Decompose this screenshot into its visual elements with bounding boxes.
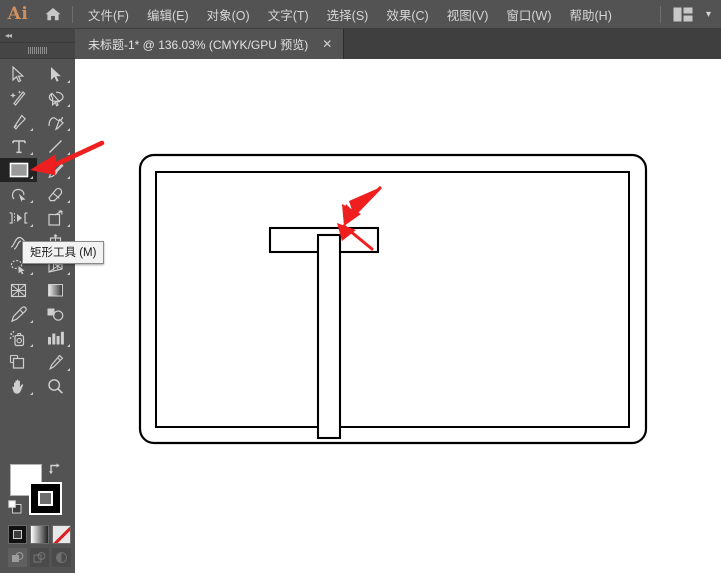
artboard-tool[interactable] [0,350,37,374]
tool-flyout-indicator [67,176,70,179]
eyedropper-tool[interactable] [0,302,37,326]
menu-type[interactable]: 文字(T) [259,1,318,28]
canvas-area[interactable] [75,59,721,573]
tool-flyout-indicator [30,392,33,395]
drag-grip-icon[interactable] [0,43,75,59]
direct-selection-tool[interactable] [37,62,74,86]
menu-effect[interactable]: 效果(C) [377,1,437,28]
stroke-swatch[interactable] [29,482,62,515]
stroke-swatch-inner [38,491,53,506]
tool-flyout-indicator [67,224,70,227]
symbol-sprayer-tool[interactable] [0,326,37,350]
fill-stroke-swatches [0,459,75,521]
gradient-tool[interactable] [37,278,74,302]
document-tab-title: 未标题-1* @ 136.03% (CMYK/GPU 预览) [88,37,309,52]
draw-inside-button[interactable] [52,548,71,567]
swap-fill-stroke-icon[interactable] [47,461,63,481]
type-tool[interactable] [0,134,37,158]
menu-item-list: 文件(F) 编辑(E) 对象(O) 文字(T) 选择(S) 效果(C) 视图(V… [79,1,621,28]
tool-flyout-indicator [30,272,33,275]
collapse-panel-label: ◂◂ [5,31,12,40]
illustrator-window: Ai 文件(F) 编辑(E) 对象(O) 文字(T) 选择(S) 效果(C) 视… [0,0,721,573]
tool-flyout-indicator [67,344,70,347]
tool-flyout-indicator [67,104,70,107]
draw-normal-button[interactable] [8,548,27,567]
tool-flyout-indicator [30,152,33,155]
shaper-tool[interactable] [0,182,37,206]
arrange-documents-icon[interactable] [667,4,699,25]
tool-flyout-indicator [67,80,70,83]
menu-select[interactable]: 选择(S) [318,1,378,28]
default-fill-stroke-icon[interactable] [8,500,22,519]
menu-edit[interactable]: 编辑(E) [138,1,198,28]
menu-bar: Ai 文件(F) 编辑(E) 对象(O) 文字(T) 选择(S) 效果(C) 视… [0,0,721,29]
menu-divider [72,5,73,23]
menu-window[interactable]: 窗口(W) [497,1,560,28]
paintbrush-tool[interactable] [37,158,74,182]
home-icon[interactable] [36,6,70,22]
menu-object[interactable]: 对象(O) [198,1,259,28]
menu-divider-right [659,5,661,23]
tool-flyout-indicator [30,320,33,323]
slice-tool[interactable] [37,350,74,374]
scale-tool[interactable] [37,206,74,230]
gradient-mode-button[interactable] [30,525,49,544]
rectangle-tool[interactable] [0,158,37,182]
rotate-tool[interactable] [0,206,37,230]
blend-tool[interactable] [37,302,74,326]
tool-flyout-indicator [67,128,70,131]
tool-flyout-indicator [67,200,70,203]
lasso-tool[interactable] [37,86,74,110]
tool-flyout-indicator [67,152,70,155]
document-tab-bar: 未标题-1* @ 136.03% (CMYK/GPU 预览) ✕ [75,29,721,59]
menu-help[interactable]: 帮助(H) [561,1,621,28]
artboard-inner-frame [155,171,630,428]
eraser-tool[interactable] [37,182,74,206]
draw-behind-button[interactable] [30,548,49,567]
menu-bar-right-controls: ▾ [658,4,721,25]
collapse-panel-icon[interactable]: ◂◂ [0,29,75,43]
tool-flyout-indicator [67,272,70,275]
mesh-tool[interactable] [0,278,37,302]
line-segment-tool[interactable] [37,134,74,158]
tool-flyout-indicator [30,128,33,131]
tool-grid [0,59,75,398]
tool-flyout-indicator [30,200,33,203]
artwork-svg [138,153,648,445]
tool-flyout-indicator [30,344,33,347]
chevron-down-icon[interactable]: ▾ [706,9,711,20]
tool-tooltip: 矩形工具 (M) [22,241,105,264]
color-controls: ••• [0,459,75,573]
column-graph-tool[interactable] [37,326,74,350]
app-logo: Ai [7,4,29,24]
menu-file[interactable]: 文件(F) [79,1,138,28]
tools-panel: ••• 矩形工具 (M) [0,59,105,573]
magic-wand-tool[interactable] [0,86,37,110]
menu-view[interactable]: 视图(V) [438,1,498,28]
color-mode-button[interactable] [8,525,27,544]
vertical-rectangle [316,233,342,440]
tool-flyout-indicator [67,368,70,371]
pen-tool[interactable] [0,110,37,134]
tool-flyout-indicator [30,224,33,227]
zoom-tool[interactable] [37,374,74,398]
draw-mode-buttons [0,544,75,567]
none-mode-button[interactable] [52,525,71,544]
close-icon[interactable]: ✕ [322,37,332,51]
hand-tool[interactable] [0,374,37,398]
color-mode-buttons [0,521,75,544]
tool-flyout-indicator [30,176,33,179]
curvature-tool[interactable] [37,110,74,134]
selection-tool[interactable] [0,62,37,86]
document-tab[interactable]: 未标题-1* @ 136.03% (CMYK/GPU 预览) ✕ [75,29,345,59]
